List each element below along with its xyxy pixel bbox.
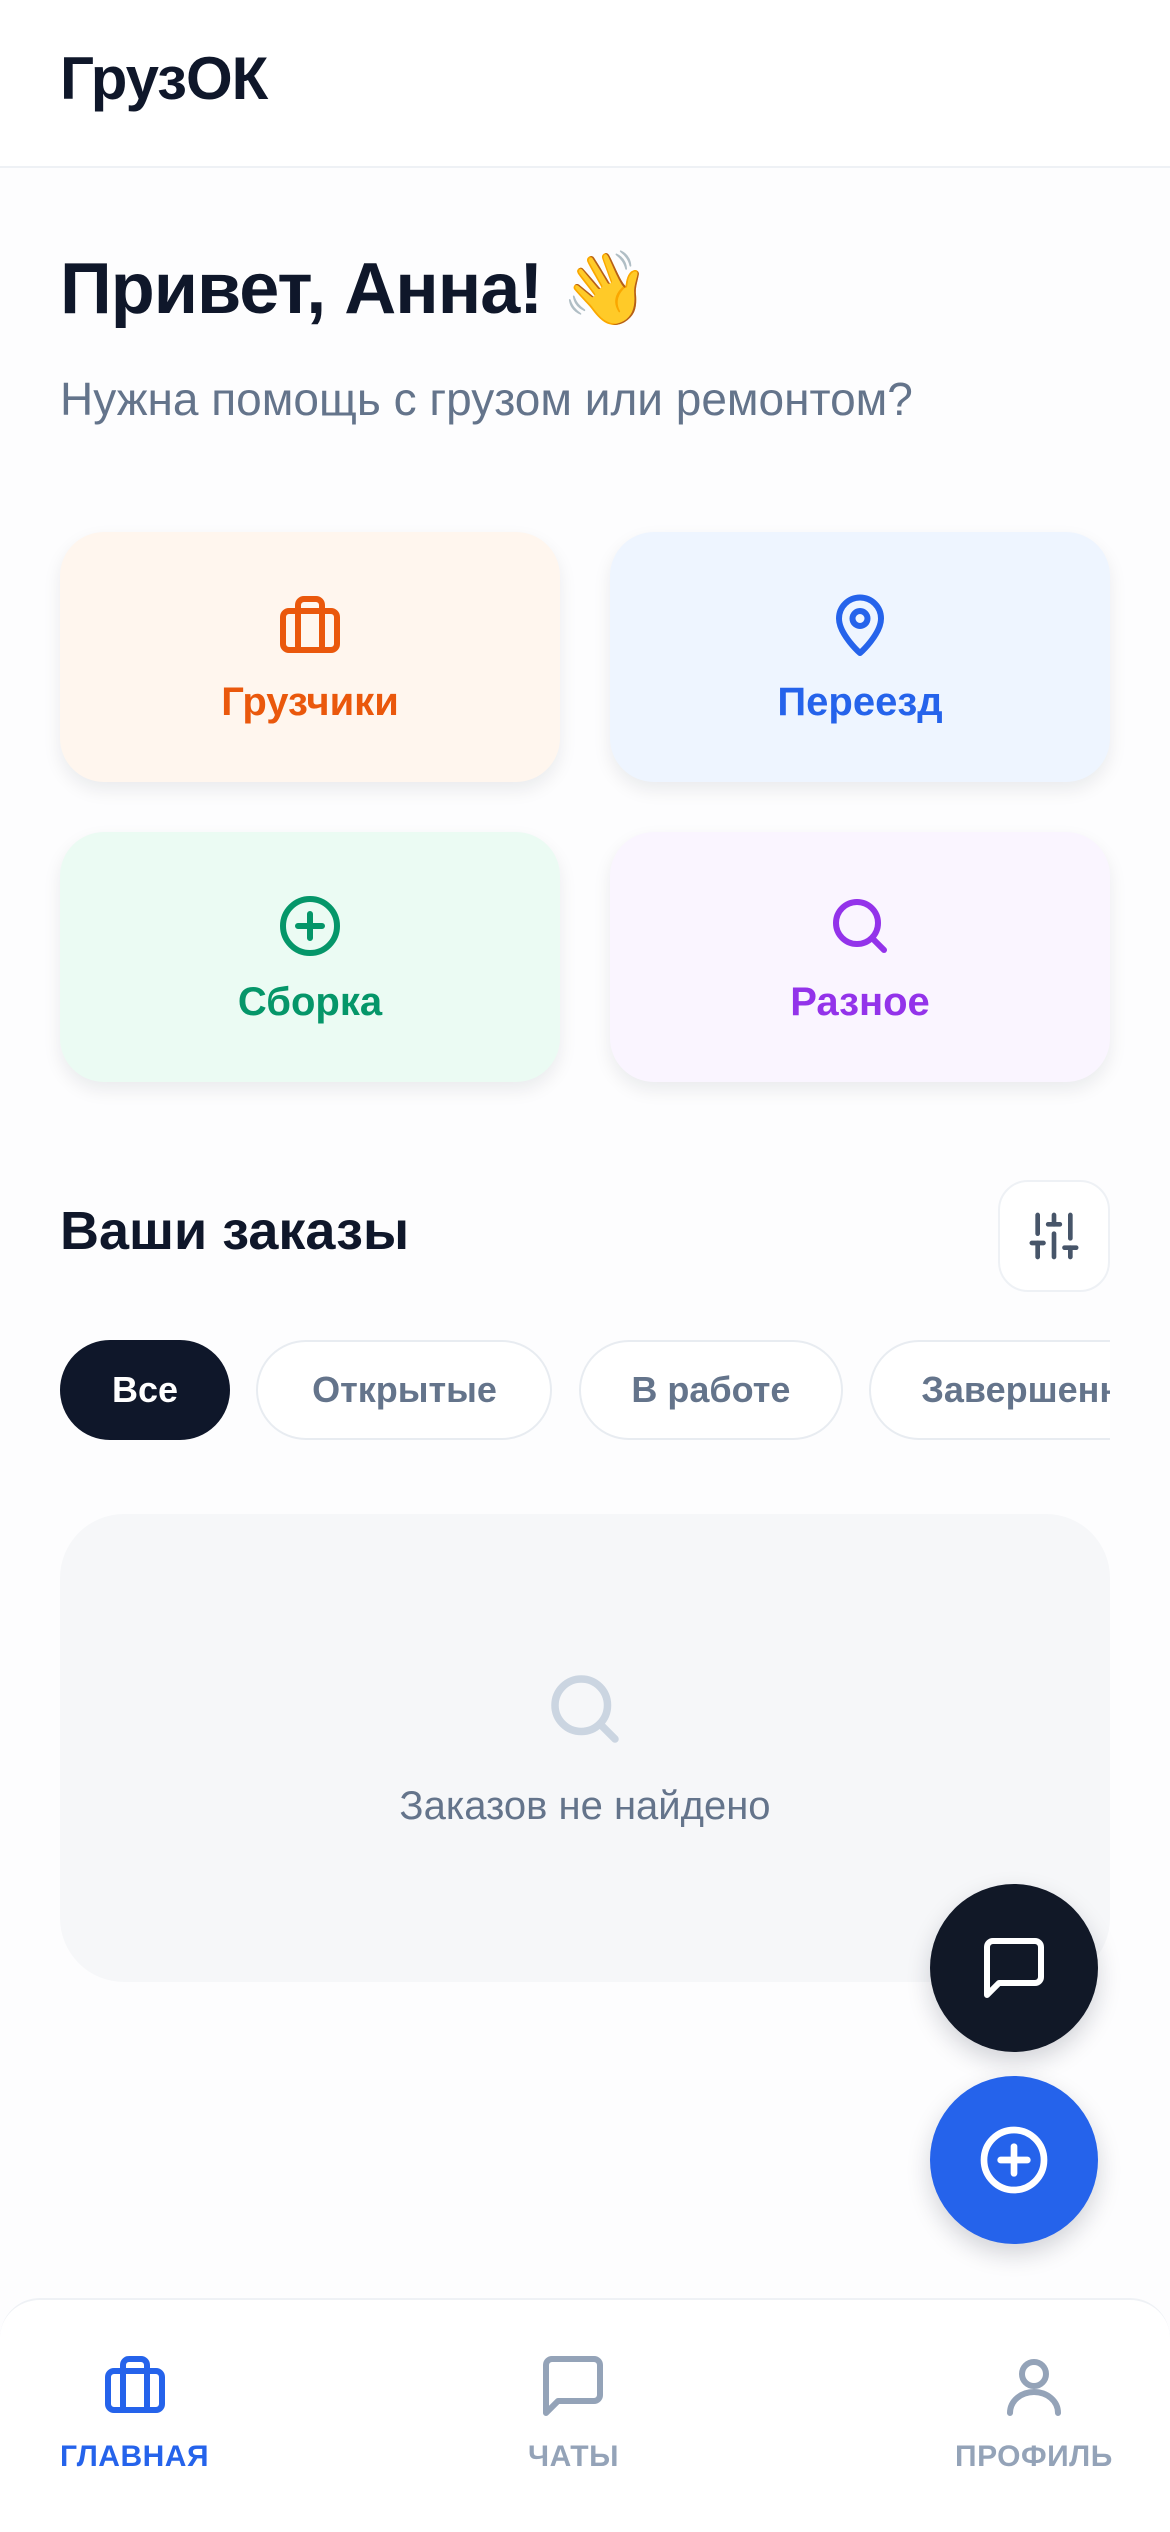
empty-state-text: Заказов не найдено [399,1784,771,1828]
category-label: Разное [790,979,930,1024]
chip-in-progress[interactable]: В работе [578,1340,843,1440]
tab-label: ЧАТЫ [528,2440,619,2473]
tab-chats[interactable]: ЧАТЫ [528,2350,619,2474]
greeting-subtitle: Нужна помощь с грузом или ремонтом? [60,373,913,425]
chat-icon [543,2356,604,2416]
chip-all[interactable]: Все [60,1340,230,1440]
orders-section-title: Ваши заказы [60,1201,410,1261]
tab-label: ПРОФИЛЬ [955,2440,1113,2473]
briefcase-icon [104,2356,165,2413]
chip-open[interactable]: Открытые [256,1340,553,1440]
tab-label: ГЛАВНАЯ [60,2440,210,2473]
user-icon [1006,2359,1061,2416]
chip-completed[interactable]: Завершенные [869,1340,1110,1440]
sliders-icon [1029,1212,1079,1260]
bottom-tab-bar: ГЛАВНАЯ ЧАТЫ ПРОФИЛЬ [0,2298,1170,2532]
category-label: Переезд [777,679,943,724]
plus-circle-icon [980,2126,1048,2194]
greeting-title: Привет, Анна! 👋 [60,249,651,329]
briefcase-icon [280,595,340,653]
category-card-assembly[interactable]: Сборка [60,832,560,1082]
filter-button[interactable] [998,1180,1110,1292]
category-card-move[interactable]: Переезд [610,532,1110,782]
map-pin-icon [836,594,884,656]
tab-home[interactable]: ГЛАВНАЯ [60,2350,209,2474]
category-label: Грузчики [221,679,399,724]
app-header: ГрузОК [0,0,1170,168]
order-filter-chips: Все Открытые В работе Завершенные [60,1340,1110,1444]
search-icon [833,898,887,953]
app-title: ГрузОК [60,45,268,112]
chat-icon [984,1938,1044,1998]
category-card-misc[interactable]: Разное [610,832,1110,1082]
search-icon [551,1675,619,1743]
tab-profile[interactable]: ПРОФИЛЬ [955,2350,1113,2474]
category-label: Сборка [237,979,383,1024]
chat-fab-button[interactable] [930,1884,1098,2052]
category-card-loaders[interactable]: Грузчики [60,532,560,782]
add-order-fab-button[interactable] [930,2076,1098,2244]
plus-circle-icon [280,895,340,956]
